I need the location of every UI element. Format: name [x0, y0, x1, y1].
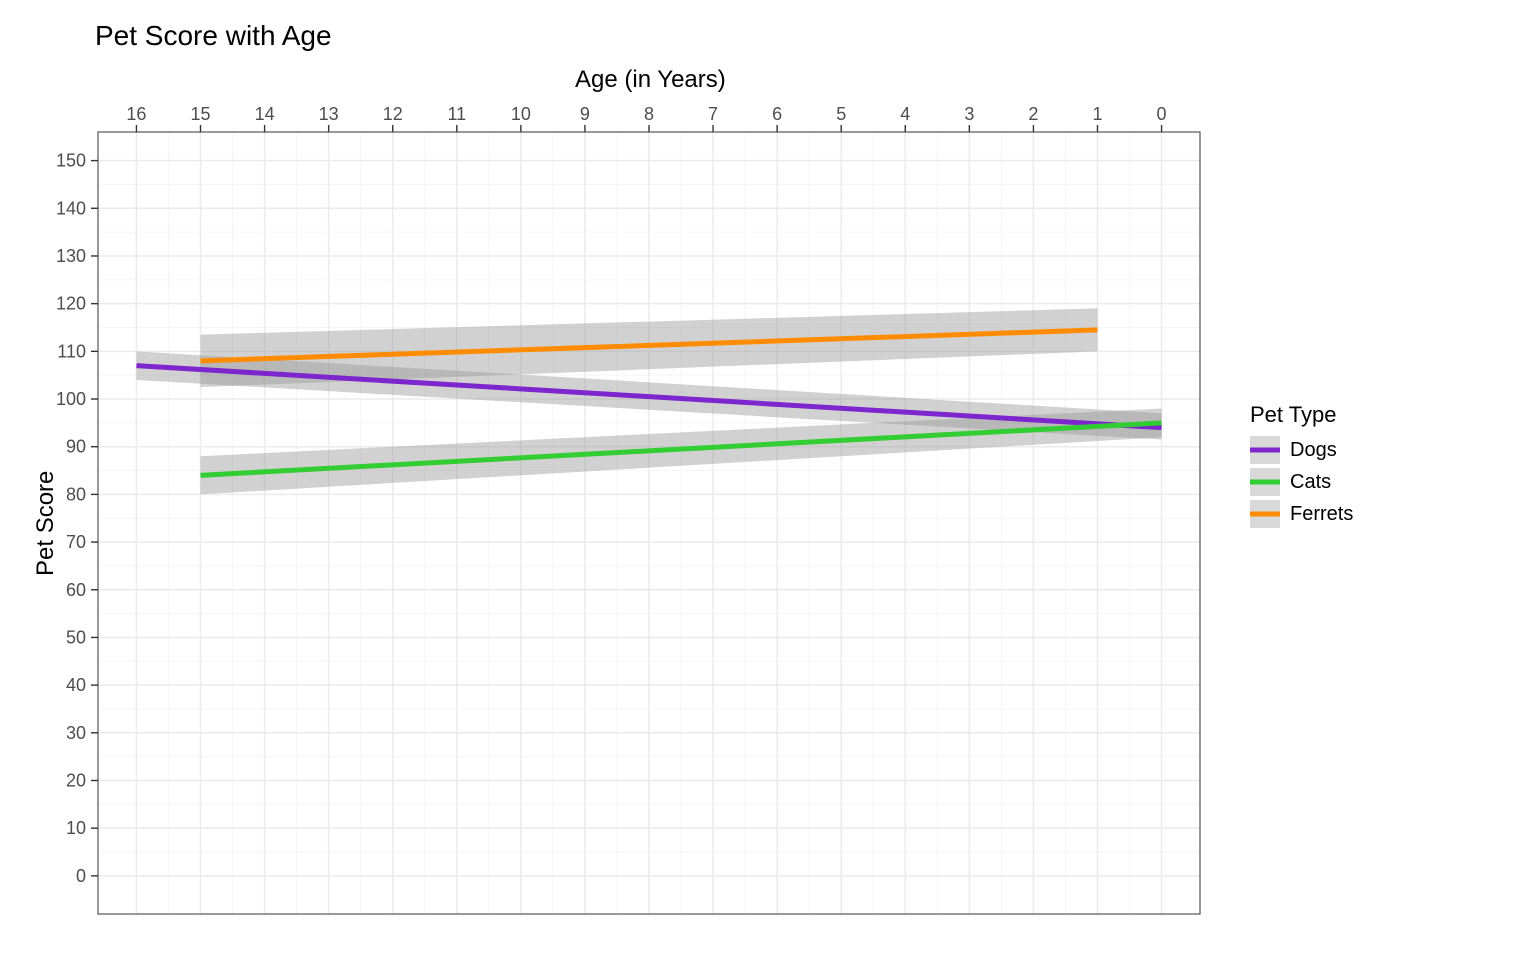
legend-title: Pet Type — [1250, 402, 1353, 428]
x-tick-label: 1 — [1092, 104, 1102, 124]
y-tick-label: 150 — [56, 151, 86, 171]
y-tick-label: 40 — [66, 675, 86, 695]
y-tick-label: 90 — [66, 437, 86, 457]
legend-item: Cats — [1250, 468, 1353, 496]
x-tick-label: 6 — [772, 104, 782, 124]
chart-container: { "chart_data": { "type": "line", "title… — [0, 0, 1536, 960]
y-tick-label: 60 — [66, 580, 86, 600]
y-tick-label: 30 — [66, 723, 86, 743]
x-tick-label: 9 — [580, 104, 590, 124]
legend-item: Dogs — [1250, 436, 1353, 464]
x-tick-label: 14 — [255, 104, 275, 124]
y-tick-label: 110 — [57, 341, 86, 361]
y-tick-label: 50 — [66, 627, 86, 647]
legend-label: Ferrets — [1290, 503, 1353, 526]
x-tick-label: 15 — [190, 104, 210, 124]
x-tick-label: 8 — [644, 104, 654, 124]
y-tick-label: 10 — [66, 818, 86, 838]
x-tick-label: 7 — [708, 104, 718, 124]
x-tick-label: 2 — [1028, 104, 1038, 124]
y-tick-label: 0 — [76, 866, 86, 886]
legend-key — [1250, 436, 1280, 464]
y-tick-label: 140 — [56, 198, 86, 218]
y-tick-label: 70 — [66, 532, 86, 552]
legend-key — [1250, 500, 1280, 528]
x-tick-label: 3 — [964, 104, 974, 124]
x-tick-label: 4 — [900, 104, 910, 124]
x-tick-label: 11 — [447, 104, 466, 124]
y-tick-label: 20 — [66, 770, 86, 790]
y-tick-label: 130 — [56, 246, 86, 266]
x-tick-label: 13 — [319, 104, 339, 124]
x-tick-label: 16 — [126, 104, 146, 124]
legend-key — [1250, 468, 1280, 496]
legend-label: Cats — [1290, 471, 1331, 494]
y-tick-label: 100 — [56, 389, 86, 409]
x-tick-label: 0 — [1157, 104, 1167, 124]
x-tick-label: 12 — [383, 104, 403, 124]
legend-label: Dogs — [1290, 439, 1337, 462]
legend: Pet Type Dogs Cats Ferrets — [1250, 402, 1353, 532]
x-tick-label: 10 — [511, 104, 531, 124]
y-tick-label: 80 — [66, 484, 86, 504]
legend-item: Ferrets — [1250, 500, 1353, 528]
y-tick-label: 120 — [56, 294, 86, 314]
x-tick-label: 5 — [836, 104, 846, 124]
